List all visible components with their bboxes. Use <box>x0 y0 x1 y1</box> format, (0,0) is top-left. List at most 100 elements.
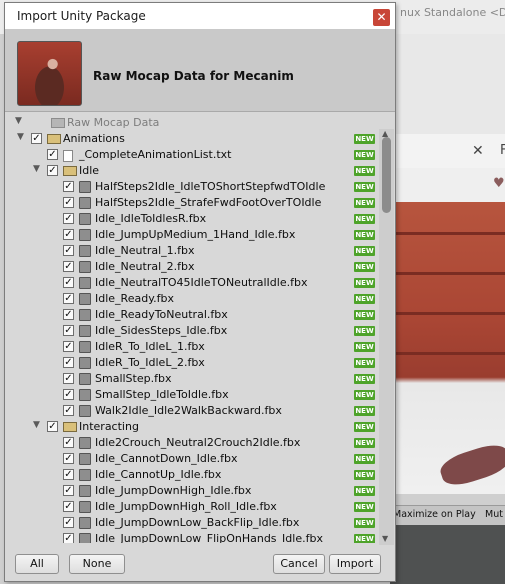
tree-row[interactable]: ✓ IdleR_To_IdleL_2.fbx NEW <box>13 355 379 371</box>
dialog-titlebar[interactable]: Import Unity Package ✕ <box>5 3 395 29</box>
include-checkbox[interactable]: ✓ <box>63 213 74 224</box>
mute-audio-toggle[interactable]: Mut <box>485 509 503 520</box>
tree-row[interactable]: ✓ Idle_JumpUpMedium_1Hand_Idle.fbx NEW <box>13 227 379 243</box>
include-checkbox[interactable]: ✓ <box>63 533 74 543</box>
maximize-on-play-toggle[interactable]: Maximize on Play <box>393 509 476 520</box>
root-folder-label: Raw Mocap Data <box>67 116 160 129</box>
tree-row[interactable]: ✓ Idle_JumpDownHigh_Roll_Idle.fbx NEW <box>13 499 379 515</box>
tree-row[interactable]: ✓ Idle_CannotUp_Idle.fbx NEW <box>13 467 379 483</box>
new-badge: NEW <box>354 454 375 464</box>
tree-row[interactable]: ✓ SmallStep.fbx NEW <box>13 371 379 387</box>
tree-row[interactable]: ✓ Walk2Idle_Idle2WalkBackward.fbx NEW <box>13 403 379 419</box>
fbx-file-icon <box>79 181 91 193</box>
tree-scrollbar[interactable]: ▲ ▼ <box>379 129 394 545</box>
tree-row[interactable]: ✓ Idle2Crouch_Neutral2Crouch2Idle.fbx NEW <box>13 435 379 451</box>
browser-action-row <box>390 168 505 202</box>
tree-row[interactable]: ✓ SmallStep_IdleToIdle.fbx NEW <box>13 387 379 403</box>
new-badge: NEW <box>354 310 375 320</box>
include-checkbox[interactable]: ✓ <box>47 421 58 432</box>
tree-item-label: Idle2Crouch_Neutral2Crouch2Idle.fbx <box>95 436 301 449</box>
expand-arrow-icon[interactable]: ▼ <box>17 132 27 142</box>
feedback-icon[interactable]: F <box>500 143 505 158</box>
tree-row[interactable]: ▼ ✓ Interacting NEW <box>13 419 379 435</box>
tree-item-label: IdleR_To_IdleL_1.fbx <box>95 340 205 353</box>
tree-row[interactable]: ✓ Idle_SidesSteps_Idle.fbx NEW <box>13 323 379 339</box>
new-badge: NEW <box>354 438 375 448</box>
tree-row[interactable]: ✓ Idle_ReadyToNeutral.fbx NEW <box>13 307 379 323</box>
include-checkbox[interactable]: ✓ <box>63 389 74 400</box>
select-all-button[interactable]: All <box>15 554 59 574</box>
expand-arrow-icon[interactable]: ▼ <box>33 420 43 430</box>
include-checkbox[interactable]: ✓ <box>63 229 74 240</box>
fbx-file-icon <box>79 261 91 273</box>
package-name: Raw Mocap Data for Mecanim <box>93 69 294 83</box>
heart-icon[interactable]: ♥ <box>493 176 505 191</box>
include-checkbox[interactable]: ✓ <box>63 437 74 448</box>
tree-row[interactable]: ✓ HalfSteps2Idle_StrafeFwdFootOverTOIdle N… <box>13 195 379 211</box>
fbx-file-icon <box>79 229 91 241</box>
include-checkbox[interactable]: ✓ <box>63 405 74 416</box>
new-badge: NEW <box>354 166 375 176</box>
tree-row[interactable]: ✓ Idle_IdleToIdlesR.fbx NEW <box>13 211 379 227</box>
cancel-button[interactable]: Cancel <box>273 554 325 574</box>
scrollbar-thumb[interactable] <box>382 137 391 213</box>
include-checkbox[interactable]: ✓ <box>63 277 74 288</box>
tree-item-label: _CompleteAnimationList.txt <box>79 148 232 161</box>
import-button[interactable]: Import <box>329 554 381 574</box>
fbx-file-icon <box>79 325 91 337</box>
tree-item-label: SmallStep.fbx <box>95 372 172 385</box>
include-checkbox[interactable]: ✓ <box>63 261 74 272</box>
tree-row[interactable]: ✓ Idle_JumpDownHigh_Idle.fbx NEW <box>13 483 379 499</box>
include-checkbox[interactable]: ✓ <box>47 149 58 160</box>
include-checkbox[interactable]: ✓ <box>63 341 74 352</box>
tree-row[interactable]: ✓ Idle_CannotDown_Idle.fbx NEW <box>13 451 379 467</box>
include-checkbox[interactable]: ✓ <box>63 501 74 512</box>
include-checkbox[interactable]: ✓ <box>63 197 74 208</box>
include-checkbox[interactable]: ✓ <box>47 165 58 176</box>
include-checkbox[interactable]: ✓ <box>63 181 74 192</box>
new-badge: NEW <box>354 358 375 368</box>
expand-arrow-icon[interactable]: ▼ <box>15 116 25 126</box>
select-none-button[interactable]: None <box>69 554 125 574</box>
new-badge: NEW <box>354 342 375 352</box>
tree-row[interactable]: ✓ _CompleteAnimationList.txt NEW <box>13 147 379 163</box>
expand-arrow-icon[interactable]: ▼ <box>33 164 43 174</box>
dialog-close-button[interactable]: ✕ <box>373 9 390 26</box>
include-checkbox[interactable]: ✓ <box>63 357 74 368</box>
include-checkbox[interactable]: ✓ <box>63 453 74 464</box>
include-checkbox[interactable]: ✓ <box>63 309 74 320</box>
scroll-down-icon[interactable]: ▼ <box>382 534 388 543</box>
fbx-file-icon <box>79 357 91 369</box>
tree-row[interactable]: ✓ Idle_Neutral_1.fbx NEW <box>13 243 379 259</box>
new-badge: NEW <box>354 246 375 256</box>
new-badge: NEW <box>354 198 375 208</box>
tree-row[interactable]: ✓ Idle_Ready.fbx NEW <box>13 291 379 307</box>
package-header: Raw Mocap Data for Mecanim <box>5 29 395 112</box>
include-checkbox[interactable]: ✓ <box>63 373 74 384</box>
import-package-dialog: Import Unity Package ✕ Raw Mocap Data fo… <box>4 2 396 582</box>
fbx-file-icon <box>79 341 91 353</box>
fbx-file-icon <box>79 405 91 417</box>
tree-row[interactable]: ✓ IdleR_To_IdleL_1.fbx NEW <box>13 339 379 355</box>
new-badge: NEW <box>354 406 375 416</box>
tree-row[interactable]: ✓ HalfSteps2Idle_IdleTOShortStepfwdTOIdle… <box>13 179 379 195</box>
fbx-file-icon <box>79 517 91 529</box>
tree-row[interactable]: ✓ Idle_NeutralTO45IdleTONeutralIdle.fbx NE… <box>13 275 379 291</box>
include-checkbox[interactable]: ✓ <box>63 469 74 480</box>
include-checkbox[interactable]: ✓ <box>63 485 74 496</box>
tree-row[interactable]: ✓ Idle_JumpDownLow_BackFlip_Idle.fbx NEW <box>13 515 379 531</box>
tree-row[interactable]: ✓ Idle_Neutral_2.fbx NEW <box>13 259 379 275</box>
include-checkbox[interactable]: ✓ <box>63 517 74 528</box>
new-badge: NEW <box>354 150 375 160</box>
include-checkbox[interactable]: ✓ <box>31 133 42 144</box>
include-checkbox[interactable]: ✓ <box>63 325 74 336</box>
include-checkbox[interactable]: ✓ <box>63 293 74 304</box>
new-badge: NEW <box>354 470 375 480</box>
editor-window-title: nux Standalone <DX1 <box>400 6 505 19</box>
fbx-file-icon <box>79 453 91 465</box>
include-checkbox[interactable]: ✓ <box>63 245 74 256</box>
tree-row[interactable]: ▼ ✓ Idle NEW <box>13 163 379 179</box>
tree-row[interactable]: ✓ Idle_JumpDownLow_FlipOnHands_Idle.fbx NE… <box>13 531 379 543</box>
close-icon[interactable]: ✕ <box>472 143 484 159</box>
tree-row[interactable]: ▼ ✓ Animations NEW <box>13 131 379 147</box>
